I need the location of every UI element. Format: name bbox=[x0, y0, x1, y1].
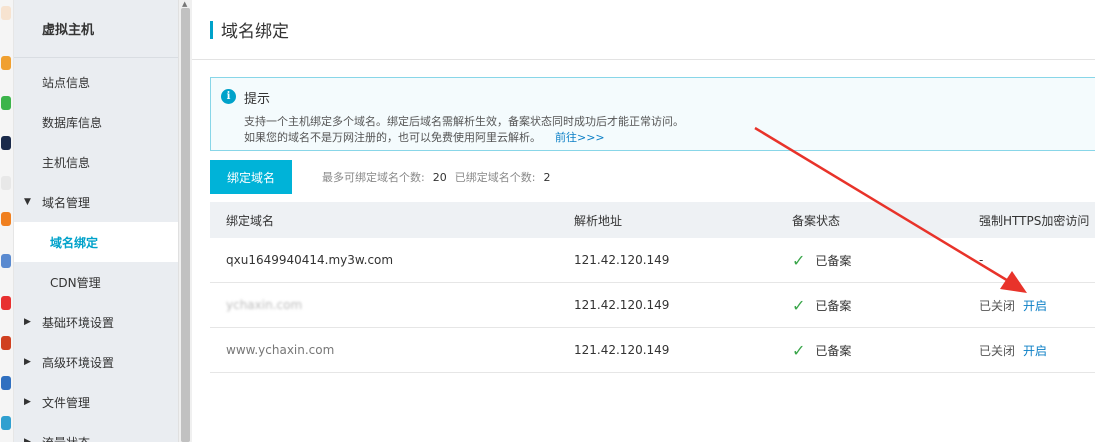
notice-text: 支持一个主机绑定多个域名。绑定后域名需解析生效，备案状态同时成功后才能正常访问。 bbox=[244, 115, 684, 128]
tip-notice: i 提示 支持一个主机绑定多个域名。绑定后域名需解析生效，备案状态同时成功后才能… bbox=[210, 77, 1095, 151]
ip-cell: 121.42.120.149 bbox=[574, 253, 670, 267]
sidebar-item-database-info[interactable]: 数据库信息 bbox=[14, 102, 178, 142]
ip-cell: 121.42.120.149 bbox=[574, 298, 670, 312]
max-domains-label: 最多可绑定域名个数: bbox=[322, 171, 425, 184]
sidebar-item-domain-binding[interactable]: 域名绑定 bbox=[14, 222, 178, 262]
sidebar-item-label: 域名绑定 bbox=[50, 235, 99, 250]
info-icon: i bbox=[221, 89, 236, 104]
https-cell: - bbox=[966, 253, 1095, 267]
https-cell: 已关闭 开启 bbox=[966, 297, 1095, 314]
caret-right-icon: ▶ bbox=[24, 317, 31, 327]
sidebar-item-traffic-status[interactable]: ▶ 流量状态 bbox=[14, 422, 178, 442]
sidebar-title: 虚拟主机 bbox=[14, 0, 178, 58]
scrollbar-thumb[interactable] bbox=[181, 8, 190, 442]
https-enable-link[interactable]: 开启 bbox=[1023, 344, 1047, 358]
notice-text-line: 如果您的域名不是万网注册的，也可以免费使用阿里云解析。 bbox=[244, 131, 541, 144]
domain-text: www.ychaxin.com bbox=[226, 343, 335, 357]
ip-cell: 121.42.120.149 bbox=[574, 343, 670, 357]
check-icon: ✓ bbox=[792, 340, 806, 360]
app-icon[interactable] bbox=[1, 6, 11, 20]
notice-title: 提示 bbox=[244, 92, 271, 107]
domain-table: 绑定域名 解析地址 备案状态 强制HTTPS加密访问 qxu1649940414… bbox=[210, 202, 1095, 373]
column-header-ip: 解析地址 bbox=[574, 213, 623, 228]
title-accent-bar bbox=[210, 20, 213, 39]
icp-status-text: 已备案 bbox=[815, 253, 852, 268]
icp-status-text: 已备案 bbox=[815, 343, 852, 358]
app-icon[interactable] bbox=[1, 56, 11, 70]
app-icon[interactable] bbox=[1, 136, 11, 150]
domain-text: ychaxin.com bbox=[226, 298, 303, 312]
check-icon: ✓ bbox=[792, 250, 806, 270]
domain-cell: ychaxin.com bbox=[210, 298, 558, 312]
caret-right-icon: ▶ bbox=[24, 397, 31, 407]
sidebar-item-cdn-management[interactable]: CDN管理 bbox=[14, 262, 178, 302]
sidebar-item-label: 基础环境设置 bbox=[42, 315, 115, 330]
https-enable-link[interactable]: 开启 bbox=[1023, 299, 1047, 313]
app-icon[interactable] bbox=[1, 376, 11, 390]
app-icon[interactable] bbox=[1, 212, 11, 226]
page-header: 域名绑定 bbox=[192, 0, 1095, 60]
icp-status-cell: ✓ 已备案 bbox=[776, 341, 966, 360]
caret-right-icon: ▶ bbox=[24, 357, 31, 367]
bound-domains-label: 已绑定域名个数: bbox=[454, 171, 536, 184]
sidebar-item-label: 高级环境设置 bbox=[42, 355, 115, 370]
sidebar-item-label: 域名管理 bbox=[42, 195, 91, 210]
caret-right-icon: ▶ bbox=[24, 437, 31, 442]
sidebar-item-label: 文件管理 bbox=[42, 395, 91, 410]
domain-cell: www.ychaxin.com bbox=[210, 343, 558, 357]
domain-count-stats: 最多可绑定域名个数: 20 已绑定域名个数: 2 bbox=[322, 169, 558, 185]
notice-text: 如果您的域名不是万网注册的，也可以免费使用阿里云解析。 前往>>> bbox=[244, 129, 605, 145]
table-row: qxu1649940414.my3w.com 121.42.120.149 ✓ 已… bbox=[210, 238, 1095, 283]
app-launcher-strip bbox=[0, 0, 14, 442]
bound-domains-value: 2 bbox=[543, 171, 551, 184]
app-icon[interactable] bbox=[1, 254, 11, 268]
sidebar-item-label: 站点信息 bbox=[42, 75, 91, 90]
table-header: 绑定域名 解析地址 备案状态 强制HTTPS加密访问 bbox=[210, 202, 1095, 238]
sidebar-item-label: CDN管理 bbox=[50, 275, 101, 290]
app-icon[interactable] bbox=[1, 176, 11, 190]
app-icon[interactable] bbox=[1, 296, 11, 310]
page-title: 域名绑定 bbox=[221, 22, 289, 42]
caret-down-icon: ▼ bbox=[24, 197, 31, 207]
app-icon[interactable] bbox=[1, 416, 11, 430]
table-row: www.ychaxin.com 121.42.120.149 ✓ 已备案 已关闭开… bbox=[210, 328, 1095, 373]
sidebar-item-label: 主机信息 bbox=[42, 155, 91, 170]
check-icon: ✓ bbox=[792, 295, 806, 315]
sidebar-item-basic-env[interactable]: ▶ 基础环境设置 bbox=[14, 302, 178, 342]
icp-status-text: 已备案 bbox=[815, 298, 852, 313]
app-icon[interactable] bbox=[1, 336, 11, 350]
sidebar-item-host-info[interactable]: 主机信息 bbox=[14, 142, 178, 182]
https-cell: 已关闭 开启 bbox=[966, 342, 1095, 359]
sidebar-item-file-management[interactable]: ▶ 文件管理 bbox=[14, 382, 178, 422]
app-icon[interactable] bbox=[1, 96, 11, 110]
icp-status-cell: ✓ 已备案 bbox=[776, 296, 966, 315]
sidebar-item-advanced-env[interactable]: ▶ 高级环境设置 bbox=[14, 342, 178, 382]
https-status: 已关闭 bbox=[979, 298, 1016, 313]
toolbar: 绑定域名 最多可绑定域名个数: 20 已绑定域名个数: 2 bbox=[210, 160, 558, 194]
bind-domain-button[interactable]: 绑定域名 bbox=[210, 160, 292, 194]
scroll-up-icon[interactable]: ▲ bbox=[182, 0, 187, 8]
sidebar-item-label: 数据库信息 bbox=[42, 115, 103, 130]
sidebar-item-site-info[interactable]: 站点信息 bbox=[14, 62, 178, 102]
table-row: ychaxin.com 121.42.120.149 ✓ 已备案 已关闭 开启 bbox=[210, 283, 1095, 328]
column-header-domain: 绑定域名 bbox=[226, 213, 275, 228]
sidebar-item-label: 流量状态 bbox=[42, 434, 90, 442]
sidebar-scrollbar[interactable]: ▲ bbox=[178, 0, 192, 442]
goto-link[interactable]: 前往>>> bbox=[555, 131, 605, 144]
https-status: 已关闭 bbox=[979, 343, 1016, 358]
sidebar: 虚拟主机 站点信息 数据库信息 主机信息 ▼ 域名管理 域名绑定 CDN管理 ▶ 基… bbox=[14, 0, 178, 442]
icp-status-cell: ✓ 已备案 bbox=[776, 251, 966, 270]
sidebar-item-domain-management[interactable]: ▼ 域名管理 bbox=[14, 182, 178, 222]
https-placeholder: - bbox=[979, 253, 984, 267]
max-domains-value: 20 bbox=[432, 171, 447, 184]
main-content: 域名绑定 i 提示 支持一个主机绑定多个域名。绑定后域名需解析生效，备案状态同时… bbox=[192, 0, 1095, 442]
column-header-icp-status: 备案状态 bbox=[792, 213, 841, 228]
column-header-https: 强制HTTPS加密访问 bbox=[979, 213, 1090, 228]
domain-cell: qxu1649940414.my3w.com bbox=[226, 253, 394, 267]
